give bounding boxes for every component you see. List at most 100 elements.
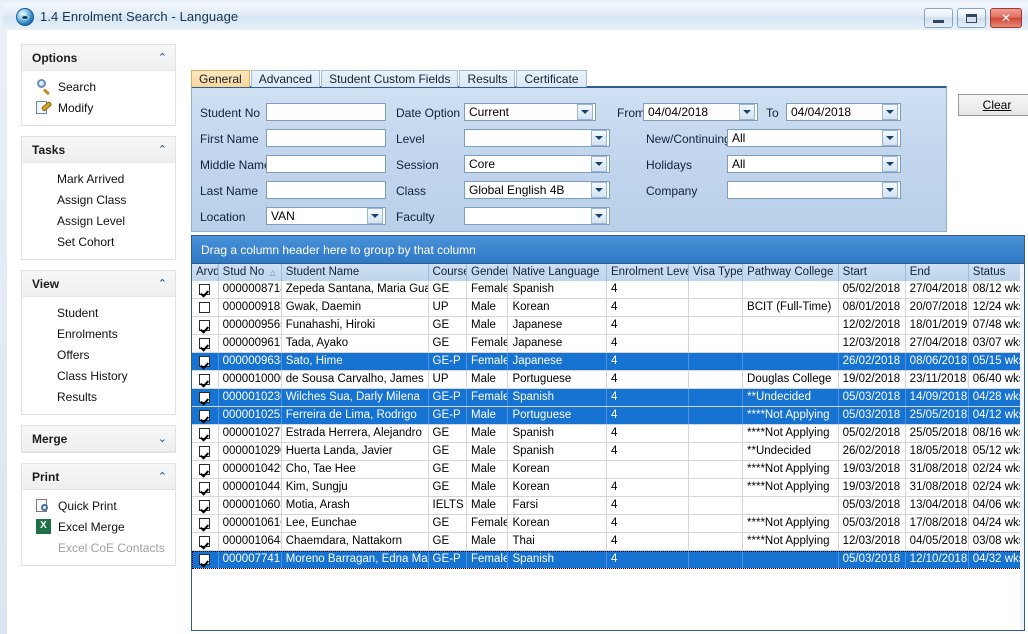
- sidebar-item-set-cohort[interactable]: Set Cohort: [22, 231, 175, 252]
- grid-header-pathway_college[interactable]: Pathway College: [743, 264, 839, 281]
- cell-arrived[interactable]: [192, 443, 219, 460]
- chevron-up-icon[interactable]: ⌃: [158, 53, 167, 63]
- title-bar[interactable]: 1.4 Enrolment Search - Language ✕: [3, 3, 1028, 30]
- chevron-down-icon[interactable]: [591, 130, 607, 146]
- sidebar-item-modify[interactable]: Modify: [22, 97, 175, 118]
- chevron-down-icon[interactable]: [591, 182, 607, 198]
- cell-arrived[interactable]: [192, 281, 219, 298]
- arrived-checkbox[interactable]: [199, 518, 210, 529]
- student-no-input[interactable]: [266, 103, 386, 121]
- table-row[interactable]: 0000010603Motia, ArashIELTSMaleFarsi405/…: [192, 497, 1024, 515]
- grid-header-stud_no[interactable]: Stud No△: [219, 264, 282, 281]
- sidebar-group-header-tasks[interactable]: Tasks ⌃: [22, 137, 175, 163]
- company-combobox[interactable]: [727, 181, 901, 199]
- maximize-button[interactable]: [957, 8, 986, 28]
- arrived-checkbox[interactable]: [199, 392, 210, 403]
- chevron-up-icon[interactable]: ⌃: [158, 145, 167, 155]
- chevron-down-icon[interactable]: [591, 208, 607, 224]
- cell-arrived[interactable]: [192, 407, 219, 424]
- location-combobox[interactable]: VAN: [266, 207, 386, 225]
- table-row[interactable]: 0000009638Sato, HimeGE-PFemaleJapanese42…: [192, 353, 1024, 371]
- grid-header-end[interactable]: End: [906, 264, 969, 281]
- holidays-combobox[interactable]: All: [727, 155, 901, 173]
- minimize-button[interactable]: [924, 8, 953, 28]
- cell-arrived[interactable]: [192, 533, 219, 550]
- arrived-checkbox[interactable]: [199, 428, 210, 439]
- sidebar-item-search[interactable]: Search: [22, 76, 175, 97]
- arrived-checkbox[interactable]: [199, 302, 210, 313]
- grid-header-native_language[interactable]: Native Language: [508, 264, 607, 281]
- table-row[interactable]: 0000010000de Sousa Carvalho, JamesUPMale…: [192, 371, 1024, 389]
- grid-header-arvd[interactable]: Arvd: [192, 264, 219, 281]
- arrived-checkbox[interactable]: [199, 338, 210, 349]
- table-row[interactable]: 0000009565Funahashi, HirokiGEMaleJapanes…: [192, 317, 1024, 335]
- chevron-down-icon[interactable]: [882, 104, 898, 120]
- table-row[interactable]: 0000010429Cho, Tae HeeGEMaleKorean****No…: [192, 461, 1024, 479]
- arrived-checkbox[interactable]: [199, 554, 210, 565]
- grid-header-start[interactable]: Start: [839, 264, 906, 281]
- arrived-checkbox[interactable]: [199, 356, 210, 367]
- tab-results[interactable]: Results: [459, 70, 515, 87]
- sidebar-item-assign-level[interactable]: Assign Level: [22, 210, 175, 231]
- cell-arrived[interactable]: [192, 479, 219, 496]
- sidebar-item-mark-arrived[interactable]: Mark Arrived: [22, 168, 175, 189]
- date-option-combobox[interactable]: Current: [464, 103, 596, 121]
- faculty-combobox[interactable]: [464, 207, 610, 225]
- table-row[interactable]: 0000010230Wilches Sua, Darly MilenaGE-PF…: [192, 389, 1024, 407]
- cell-arrived[interactable]: [192, 389, 219, 406]
- chevron-down-icon[interactable]: [739, 104, 755, 120]
- grid-header-enrolment_level[interactable]: Enrolment Level: [607, 264, 689, 281]
- cell-arrived[interactable]: [192, 515, 219, 532]
- arrived-checkbox[interactable]: [199, 446, 210, 457]
- cell-arrived[interactable]: [192, 461, 219, 478]
- sidebar-group-header-merge[interactable]: Merge ⌄: [22, 426, 175, 452]
- last-name-input[interactable]: [266, 181, 386, 199]
- class-combobox[interactable]: Global English 4B: [464, 181, 610, 199]
- sidebar-item-assign-class[interactable]: Assign Class: [22, 189, 175, 210]
- sidebar-item-results[interactable]: Results: [22, 386, 175, 407]
- cell-arrived[interactable]: [192, 317, 219, 334]
- table-row[interactable]: 0000010616Lee, EunchaeGEFemaleKorean4***…: [192, 515, 1024, 533]
- session-combobox[interactable]: Core: [464, 155, 610, 173]
- chevron-down-icon[interactable]: [577, 104, 593, 120]
- cell-arrived[interactable]: [192, 551, 219, 568]
- arrived-checkbox[interactable]: [199, 320, 210, 331]
- group-by-drop-area[interactable]: Drag a column header here to group by th…: [192, 236, 1024, 264]
- tab-advanced[interactable]: Advanced: [251, 70, 320, 87]
- cell-arrived[interactable]: [192, 371, 219, 388]
- tab-student-custom-fields[interactable]: Student Custom Fields: [321, 70, 458, 87]
- arrived-checkbox[interactable]: [199, 482, 210, 493]
- chevron-down-icon[interactable]: [882, 156, 898, 172]
- table-row[interactable]: 0000010252Ferreira de Lima, RodrigoGE-PM…: [192, 407, 1024, 425]
- sidebar-item-quick-print[interactable]: Quick Print: [22, 495, 175, 516]
- chevron-down-icon[interactable]: [882, 182, 898, 198]
- grid-header-visa_type[interactable]: Visa Type: [689, 264, 743, 281]
- table-row[interactable]: 0000010442Kim, SungjuGEMaleKorean4****No…: [192, 479, 1024, 497]
- first-name-input[interactable]: [266, 129, 386, 147]
- grid-header-course[interactable]: Course: [429, 264, 467, 281]
- cell-arrived[interactable]: [192, 425, 219, 442]
- from-date-picker[interactable]: 04/04/2018: [643, 103, 758, 121]
- sidebar-item-enrolments[interactable]: Enrolments: [22, 323, 175, 344]
- clear-button[interactable]: Clear: [958, 94, 1028, 116]
- chevron-up-icon[interactable]: ⌃: [158, 279, 167, 289]
- sidebar-group-header-view[interactable]: View ⌃: [22, 271, 175, 297]
- chevron-down-icon[interactable]: [591, 156, 607, 172]
- table-row[interactable]: 0000009617Tada, AyakoGEFemaleJapanese412…: [192, 335, 1024, 353]
- arrived-checkbox[interactable]: [199, 464, 210, 475]
- new-continuing-combobox[interactable]: All: [727, 129, 901, 147]
- table-row[interactable]: 0000010648Chaemdara, NattakornGEMaleThai…: [192, 533, 1024, 551]
- chevron-down-icon[interactable]: [882, 130, 898, 146]
- sidebar-item-offers[interactable]: Offers: [22, 344, 175, 365]
- tab-general[interactable]: General: [191, 70, 250, 87]
- grid-header-student_name[interactable]: Student Name: [282, 264, 429, 281]
- chevron-down-icon[interactable]: [367, 208, 383, 224]
- sidebar-item-excel-merge[interactable]: Excel Merge: [22, 516, 175, 537]
- sidebar-item-class-history[interactable]: Class History: [22, 365, 175, 386]
- sidebar-group-header-options[interactable]: Options ⌃: [22, 45, 175, 71]
- arrived-checkbox[interactable]: [199, 410, 210, 421]
- tab-certificate[interactable]: Certificate: [516, 70, 586, 87]
- cell-arrived[interactable]: [192, 299, 219, 316]
- chevron-down-icon[interactable]: ⌄: [158, 434, 167, 444]
- table-row[interactable]: 0000008718Zepeda Santana, Maria GuadaGEF…: [192, 281, 1024, 299]
